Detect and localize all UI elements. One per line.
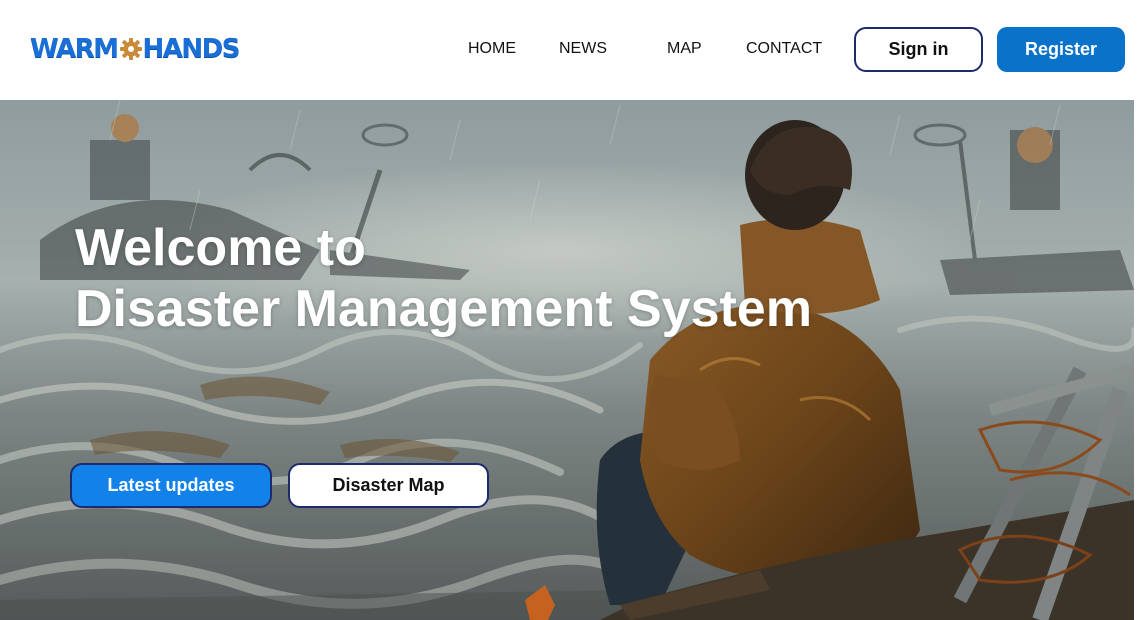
hero-title-line2: Disaster Management System xyxy=(75,280,812,338)
site-header: WARM HANDS HOME NEWS MAP CONTACT Sign in… xyxy=(0,0,1137,100)
hero-title: Welcome to Disaster Management System xyxy=(75,218,812,340)
nav-map[interactable]: MAP xyxy=(667,40,702,58)
nav-contact[interactable]: CONTACT xyxy=(746,40,822,58)
nav-home[interactable]: HOME xyxy=(468,40,516,58)
latest-updates-button[interactable]: Latest updates xyxy=(70,463,272,508)
gear-icon xyxy=(119,36,143,62)
sign-in-button[interactable]: Sign in xyxy=(854,27,983,72)
flood-scene-image xyxy=(0,100,1134,620)
nav-news[interactable]: NEWS xyxy=(559,40,607,58)
warmhands-logo[interactable]: WARM HANDS xyxy=(30,33,241,65)
hero-title-line1: Welcome to xyxy=(75,219,366,277)
hero-section: Welcome to Disaster Management System La… xyxy=(0,100,1134,620)
disaster-map-button[interactable]: Disaster Map xyxy=(288,463,489,508)
logo-text-hands: HANDS xyxy=(142,34,241,64)
logo-text-warm: WARM xyxy=(30,34,119,64)
register-button[interactable]: Register xyxy=(997,27,1125,72)
